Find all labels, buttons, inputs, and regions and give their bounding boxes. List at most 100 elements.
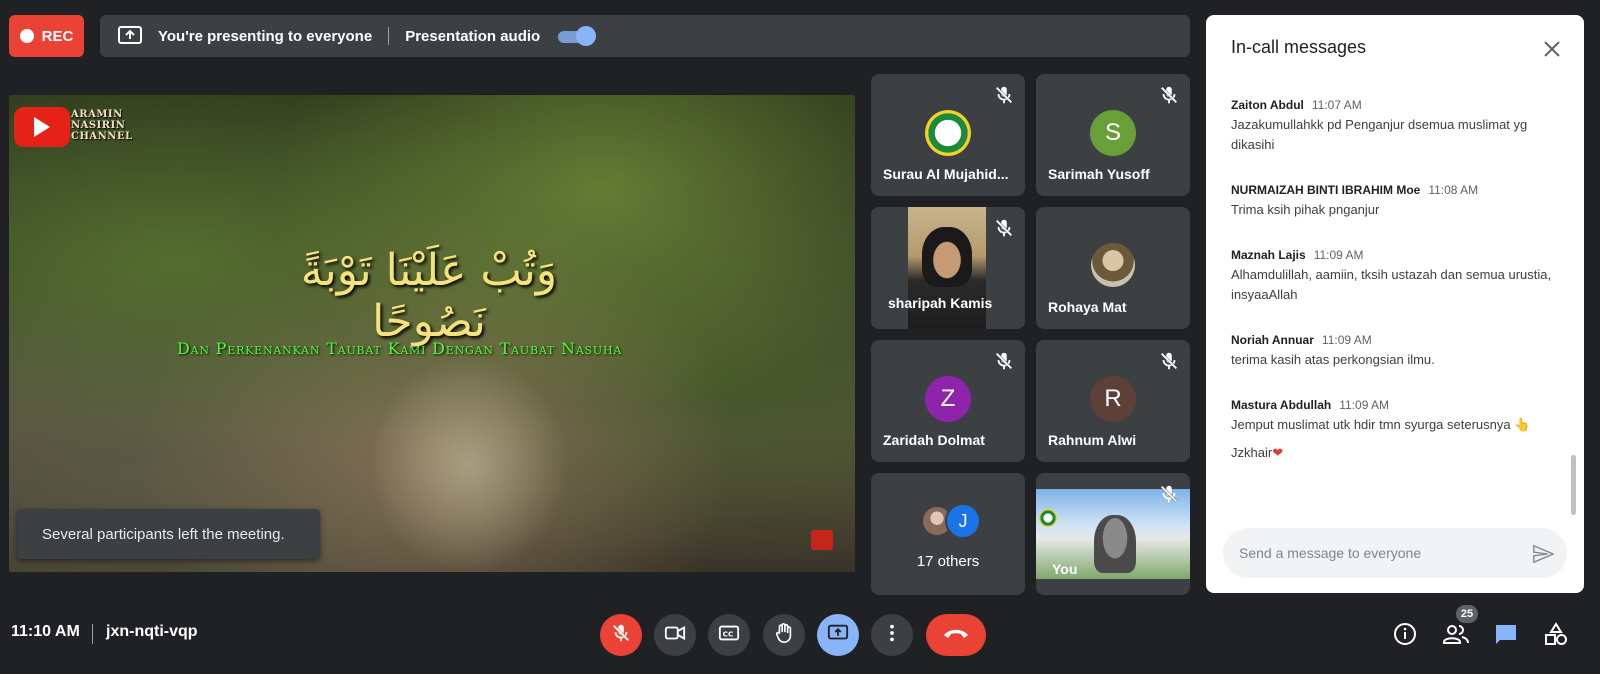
video-watermark-icon <box>811 530 833 550</box>
participant-tile[interactable]: sharipah Kamis <box>871 207 1025 329</box>
mic-off-icon <box>610 622 632 649</box>
mic-off-icon <box>1158 350 1180 372</box>
mic-off-icon <box>993 350 1015 372</box>
message-time: 11:07 AM <box>1311 98 1362 112</box>
participant-name: Zaridah Dolmat <box>883 432 985 448</box>
record-dot-icon <box>19 29 34 43</box>
notification-toast: Several participants left the meeting. <box>17 509 320 559</box>
chat-icon <box>1494 622 1518 651</box>
presenting-bar: You're presenting to everyone Presentati… <box>100 15 1190 57</box>
participants-button[interactable] <box>1442 622 1470 650</box>
meeting-code: jxn-nqti-vqp <box>106 623 198 640</box>
translation-caption: Dan Perkenankan Taubat Kami Dengan Tauba… <box>177 339 623 358</box>
meet-window: REC You're presenting to everyone Presen… <box>0 0 1600 674</box>
avatar <box>1091 243 1135 287</box>
participant-tile[interactable]: S Sarimah Yusoff <box>1036 74 1190 196</box>
more-vert-icon <box>881 622 903 649</box>
divider <box>92 624 93 644</box>
chat-panel: In-call messages Zaiton Abdul 11:07 AM Ja… <box>1206 15 1584 593</box>
mic-off-icon <box>993 217 1015 239</box>
avatar: J <box>945 503 981 539</box>
message-sender: Zaiton Abdul <box>1231 98 1304 112</box>
chat-message: NURMAIZAH BINTI IBRAHIM Moe 11:08 AM Trim… <box>1231 182 1561 220</box>
participant-name: Sarimah Yusoff <box>1048 166 1150 182</box>
presentation-audio-label: Presentation audio <box>405 27 541 45</box>
chat-scrollbar[interactable] <box>1571 455 1576 515</box>
participant-name: Surau Al Mujahid... <box>883 166 1009 182</box>
participant-tile[interactable]: Z Zaridah Dolmat <box>871 340 1025 462</box>
participant-name: sharipah Kamis <box>888 295 993 311</box>
video-camera-icon <box>664 622 686 649</box>
chat-message: Noriah Annuar 11:09 AM terima kasih atas … <box>1231 332 1561 370</box>
message-sender: NURMAIZAH BINTI IBRAHIM Moe <box>1231 183 1421 197</box>
presenting-text: You're presenting to everyone <box>158 27 373 45</box>
rec-label: REC <box>41 27 74 45</box>
present-screen-icon <box>827 622 849 649</box>
divider <box>388 27 390 45</box>
participant-name: Rahnum Alwi <box>1048 432 1137 448</box>
heart-icon: ❤ <box>1272 445 1284 460</box>
shapes-icon <box>1544 621 1568 651</box>
others-count: 17 others <box>916 553 980 570</box>
surau-logo-icon <box>1039 509 1057 527</box>
meeting-details-button[interactable] <box>1391 622 1419 650</box>
raise-hand-button[interactable] <box>763 614 805 656</box>
activities-button[interactable] <box>1542 621 1570 651</box>
send-icon[interactable] <box>1532 543 1555 565</box>
hand-icon <box>773 622 795 649</box>
clock: 11:10 AM <box>11 623 80 640</box>
participant-tile[interactable]: Surau Al Mujahid... <box>871 74 1025 196</box>
message-sender: Mastura Abdullah <box>1231 398 1332 412</box>
avatar: Z <box>925 376 971 422</box>
toggle-knob <box>576 26 597 46</box>
self-tile[interactable]: You <box>1036 473 1190 595</box>
participant-tile[interactable]: R Rahnum Alwi <box>1036 340 1190 462</box>
message-text: Trima ksih pihak pnganjur <box>1231 202 1380 217</box>
participant-tile[interactable]: Rohaya Mat <box>1036 207 1190 329</box>
channel-watermark: ARAMIN NASIRIN CHANNEL <box>71 109 133 142</box>
participant-name: Rohaya Mat <box>1048 299 1127 315</box>
chat-title: In-call messages <box>1231 37 1367 57</box>
arabic-caption: وَتُبْ عَلَيْنَا تَوْبَةً نَصُوحًا <box>300 245 558 347</box>
message-text: Alhamdulillah, aamiin, tksih ustazah dan… <box>1231 267 1552 302</box>
message-text: Jazakumullahkk pd Penganjur dsemua musli… <box>1231 117 1528 152</box>
message-sender: Maznah Lajis <box>1231 248 1306 262</box>
chat-input[interactable] <box>1223 528 1567 578</box>
present-now-button[interactable] <box>817 614 859 656</box>
avatar: S <box>1090 110 1136 156</box>
mic-off-icon <box>1158 84 1180 106</box>
presentation-audio-toggle[interactable] <box>556 26 597 46</box>
message-time: 11:08 AM <box>1428 183 1479 197</box>
message-time: 11:09 AM <box>1321 333 1372 347</box>
more-options-button[interactable] <box>871 614 913 656</box>
mic-off-icon <box>993 84 1015 106</box>
recording-indicator[interactable]: REC <box>9 15 84 57</box>
camera-toggle-button[interactable] <box>654 614 696 656</box>
message-text: Jemput muslimat utk hdir tmn syurga sete… <box>1231 417 1531 432</box>
closed-captions-icon: CC <box>718 622 740 649</box>
participant-name: You <box>1052 561 1078 577</box>
participant-count-badge: 25 <box>1456 605 1478 623</box>
others-tile[interactable]: J 17 others <box>871 473 1025 595</box>
message-time: 11:09 AM <box>1339 398 1390 412</box>
mic-toggle-button[interactable] <box>600 614 642 656</box>
present-screen-icon <box>118 26 142 46</box>
stream-highlight <box>369 355 569 572</box>
chat-message: Zaiton Abdul 11:07 AM Jazakumullahkk pd P… <box>1231 97 1561 155</box>
chat-button[interactable] <box>1492 622 1520 650</box>
chat-message: Maznah Lajis 11:09 AM Alhamdulillah, aami… <box>1231 247 1561 305</box>
message-text: terima kasih atas perkongsian ilmu. <box>1231 352 1435 367</box>
youtube-logo-icon <box>14 107 70 147</box>
chat-messages: Zaiton Abdul 11:07 AM Jazakumullahkk pd P… <box>1231 97 1561 488</box>
hang-up-icon <box>942 626 970 645</box>
captions-button[interactable]: CC <box>708 614 750 656</box>
avatar: R <box>1090 376 1136 422</box>
people-icon <box>1443 622 1469 651</box>
message-sender: Noriah Annuar <box>1231 333 1314 347</box>
surau-logo-avatar <box>925 110 971 156</box>
leave-call-button[interactable] <box>926 614 986 656</box>
close-icon[interactable] <box>1540 37 1564 61</box>
chat-message: Mastura Abdullah 11:09 AM Jemput muslimat… <box>1231 397 1561 461</box>
presentation-view: ARAMIN NASIRIN CHANNEL وَتُبْ عَلَيْنَا … <box>9 95 855 572</box>
info-icon <box>1393 622 1417 651</box>
